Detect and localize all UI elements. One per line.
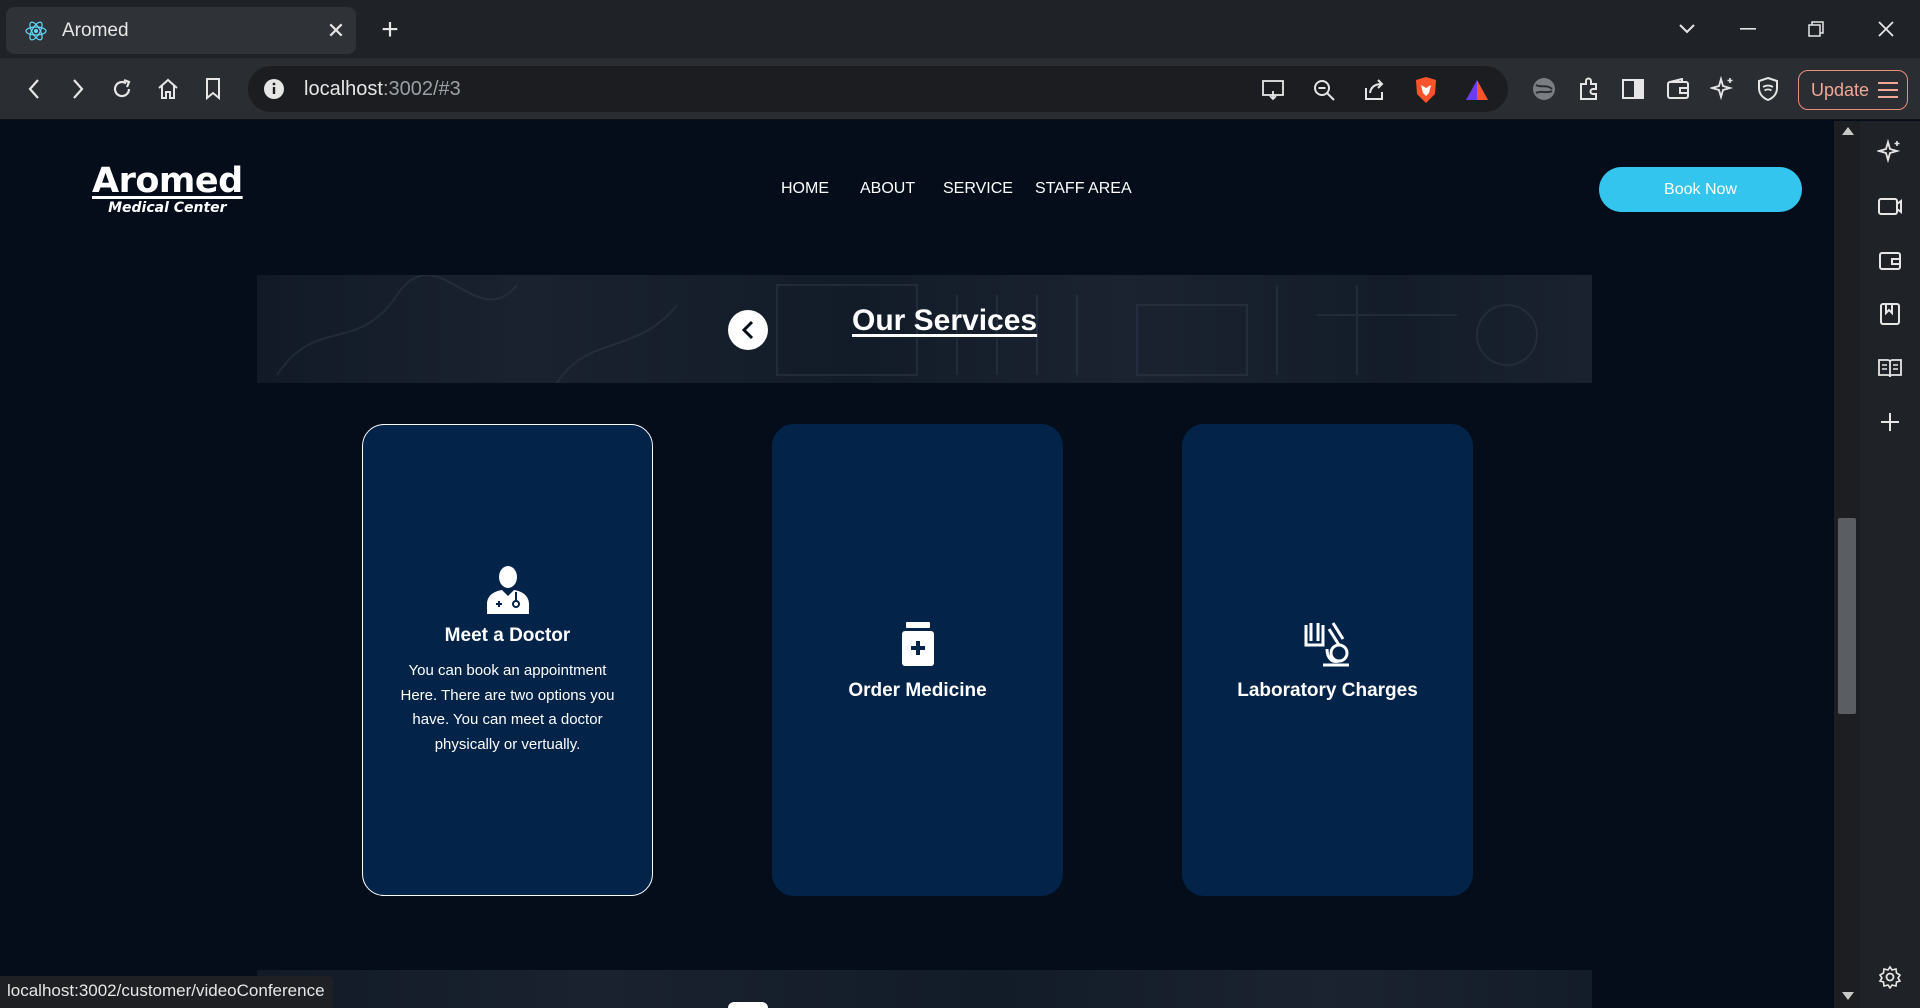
service-card-order-medicine[interactable]: Order Medicine xyxy=(772,424,1063,896)
nav-service[interactable]: SERVICE xyxy=(943,180,1013,198)
scroll-down-arrow-icon[interactable] xyxy=(1842,992,1854,1000)
scrollbar-thumb[interactable] xyxy=(1838,518,1856,714)
minimize-button[interactable] xyxy=(1720,8,1776,50)
logo-subtitle: Medical Center xyxy=(108,200,227,216)
bookmark-button[interactable] xyxy=(195,71,231,107)
zoom-out-icon[interactable] xyxy=(1310,76,1338,104)
browser-toolbar: localhost:3002/#3 Update xyxy=(0,58,1920,120)
menu-icon xyxy=(1878,82,1899,98)
share-icon[interactable] xyxy=(1360,76,1388,104)
nav-staff-area[interactable]: STAFF AREA xyxy=(1035,180,1132,198)
close-window-button[interactable] xyxy=(1858,8,1914,50)
page-scrollbar[interactable] xyxy=(1834,121,1860,1008)
talk-video-icon[interactable] xyxy=(1875,191,1905,221)
vpn-shield-icon[interactable] xyxy=(1752,73,1784,105)
microscope-icon xyxy=(1302,618,1354,670)
brave-rewards-icon[interactable] xyxy=(1463,76,1491,104)
next-section-back-button[interactable] xyxy=(728,1002,768,1008)
add-panel-icon[interactable] xyxy=(1875,407,1905,437)
update-button[interactable]: Update xyxy=(1798,70,1908,110)
browser-tab[interactable]: Aromed ✕ xyxy=(6,7,356,54)
status-bar-url: localhost:3002/customer/videoConference xyxy=(0,976,333,1008)
scroll-up-arrow-icon[interactable] xyxy=(1842,127,1854,135)
update-label: Update xyxy=(1811,79,1870,100)
new-tab-button[interactable]: + xyxy=(372,12,408,48)
tab-close-icon[interactable]: ✕ xyxy=(316,11,356,51)
service-card-description: You can book an appointment Here. There … xyxy=(400,662,615,753)
restore-button[interactable] xyxy=(1788,8,1844,50)
next-section-banner xyxy=(257,970,1592,1008)
extensions-icon[interactable] xyxy=(1573,73,1605,105)
reload-button[interactable] xyxy=(104,71,140,107)
url-text: localhost:3002/#3 xyxy=(304,78,461,100)
service-card-title: Laboratory Charges xyxy=(1237,680,1418,701)
settings-gear-icon[interactable] xyxy=(1875,962,1905,992)
services-back-button[interactable] xyxy=(728,310,768,350)
medicine-bottle-icon xyxy=(892,618,944,670)
service-card-title: Meet a Doctor xyxy=(444,625,571,646)
home-button[interactable] xyxy=(150,71,186,107)
address-bar[interactable]: localhost:3002/#3 xyxy=(248,66,1508,112)
service-card-meet-doctor[interactable]: Meet a Doctor You can book an appointmen… xyxy=(362,424,653,896)
service-card-laboratory[interactable]: Laboratory Charges xyxy=(1182,424,1473,896)
logo-name: Aromed xyxy=(92,161,243,201)
service-card-title: Order Medicine xyxy=(848,680,987,701)
brave-shields-icon[interactable] xyxy=(1412,76,1440,104)
nav-about[interactable]: ABOUT xyxy=(860,180,915,198)
browser-side-panel xyxy=(1860,121,1920,1008)
leo-ai-icon[interactable] xyxy=(1707,73,1739,105)
sidebar-toggle-icon[interactable] xyxy=(1617,73,1649,105)
book-now-button[interactable]: Book Now xyxy=(1599,167,1802,212)
services-title: Our Services xyxy=(852,304,1038,337)
tab-search-chevron-icon[interactable] xyxy=(1659,8,1715,50)
chevron-left-icon xyxy=(741,320,754,340)
bookmarks-sidebar-icon[interactable] xyxy=(1875,299,1905,329)
leo-sidebar-icon[interactable] xyxy=(1875,137,1905,167)
browser-tab-strip: Aromed ✕ + xyxy=(0,0,1920,58)
nav-home[interactable]: HOME xyxy=(781,180,829,198)
react-icon xyxy=(25,21,47,40)
page-viewport: Aromed Medical Center HOME ABOUT SERVICE… xyxy=(0,121,1834,1008)
cast-icon[interactable] xyxy=(1260,76,1288,104)
wallet-sidebar-icon[interactable] xyxy=(1875,245,1905,275)
site-logo[interactable]: Aromed Medical Center xyxy=(92,161,243,216)
site-info-icon[interactable] xyxy=(262,77,286,101)
forward-button[interactable] xyxy=(60,71,96,107)
doctor-icon xyxy=(482,563,534,615)
wallet-icon[interactable] xyxy=(1662,73,1694,105)
tab-title: Aromed xyxy=(62,19,129,41)
back-button[interactable] xyxy=(16,71,52,107)
reading-list-icon[interactable] xyxy=(1875,353,1905,383)
vpn-icon[interactable] xyxy=(1528,73,1560,105)
